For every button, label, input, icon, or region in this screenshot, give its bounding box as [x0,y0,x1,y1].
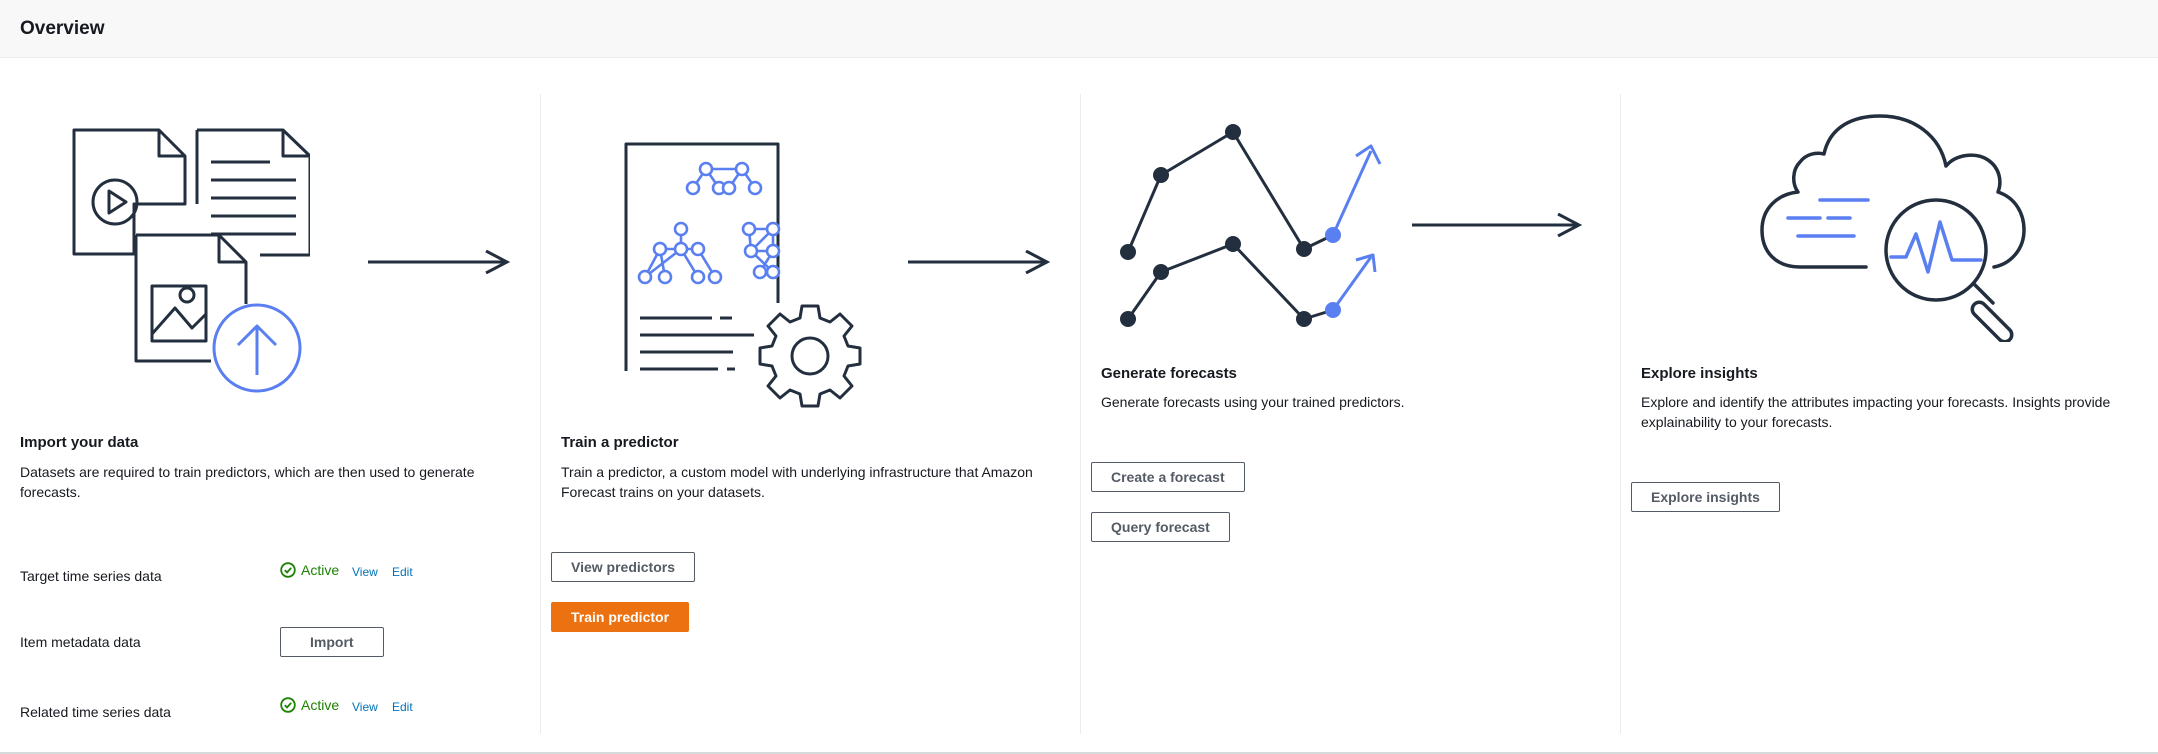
forecast-card-description: Generate forecasts using your trained pr… [1101,394,1405,410]
edit-link[interactable]: Edit [392,565,413,579]
insights-card-description: Explore and identify the attributes impa… [1641,394,2111,430]
train-predictor-button[interactable]: Train predictor [551,602,690,632]
view-link[interactable]: View [352,565,378,579]
edit-link[interactable]: Edit [392,700,413,714]
status-text: Active [301,562,340,578]
query-forecast-button[interactable]: Query forecast [1091,512,1230,542]
forecast-card-title: Generate forecasts [1101,365,1237,382]
explore-insights-button[interactable]: Explore insights [1631,482,1780,512]
arrow-right-icon [1412,213,1582,237]
import-button[interactable]: Import [280,627,384,657]
dataset-label-related: Related time series data [20,704,171,720]
dataset-label-item-metadata: Item metadata data [20,634,141,650]
train-card-title: Train a predictor [561,434,679,451]
page-header: Overview [0,0,2158,58]
documents-upload-icon [60,120,310,400]
forecast-chart-icon [1116,124,1386,334]
arrow-right-icon [368,250,510,274]
page-title: Overview [20,18,105,39]
train-card-description: Train a predictor, a custom model with u… [561,464,1033,500]
import-card-description: Datasets are required to train predictor… [20,464,475,500]
arrow-right-icon [908,250,1050,274]
cloud-insights-icon [1758,112,2028,342]
create-forecast-button[interactable]: Create a forecast [1091,462,1245,492]
view-predictors-button[interactable]: View predictors [551,552,696,582]
status-badge: Active [280,697,339,713]
import-card-title: Import your data [20,434,139,451]
insights-card-title: Explore insights [1641,365,1758,382]
status-badge: Active [280,562,339,578]
column-divider [540,94,541,734]
column-divider [1080,94,1081,734]
check-circle-icon [280,697,296,713]
status-text: Active [301,697,340,713]
view-link[interactable]: View [352,700,378,714]
dataset-label-target: Target time series data [20,568,162,584]
predictor-model-icon [620,138,870,408]
column-divider [1620,94,1621,734]
check-circle-icon [280,562,296,578]
